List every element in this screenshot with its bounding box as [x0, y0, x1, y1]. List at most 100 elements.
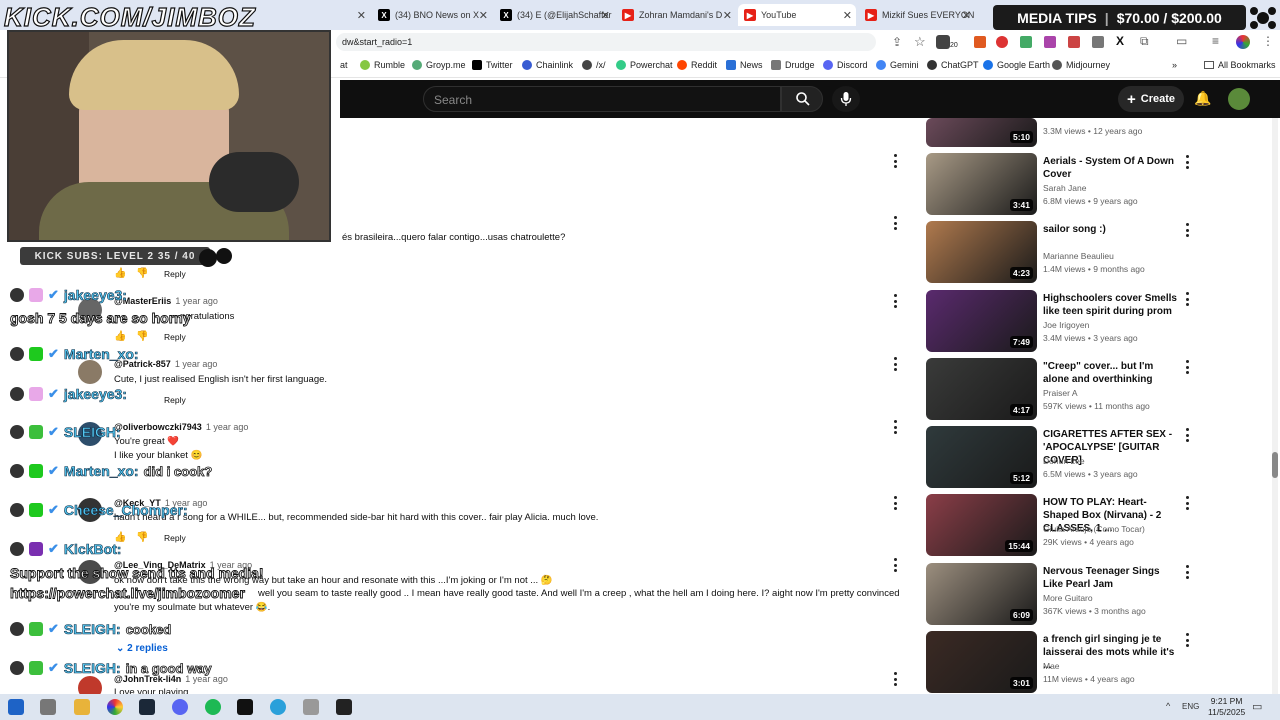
video-thumbnail[interactable]: 3:01 — [926, 631, 1037, 693]
tray-chevron-icon[interactable]: ^ — [1166, 701, 1170, 711]
all-bookmarks[interactable]: All Bookmarks — [1204, 60, 1276, 70]
shield-icon[interactable] — [996, 36, 1008, 48]
video-title[interactable]: Nervous Teenager Sings Like Pearl Jam — [1043, 565, 1181, 591]
thumb-up-icon[interactable]: 👍 — [114, 268, 126, 279]
bookmark-item[interactable]: Reddit — [677, 60, 717, 70]
language-indicator[interactable]: ENG — [1182, 702, 1199, 711]
video-channel[interactable]: Joe Irigoyen — [1043, 320, 1089, 330]
x-logo-icon[interactable]: X — [1116, 34, 1124, 48]
close-icon[interactable]: ✕ — [357, 9, 366, 22]
video-menu-icon[interactable] — [1186, 292, 1190, 306]
extension-icon[interactable] — [1092, 36, 1104, 48]
puzzle-icon[interactable]: ⧉ — [1140, 34, 1149, 49]
video-thumbnail[interactable]: 4:17 — [926, 358, 1037, 420]
video-menu-icon[interactable] — [1186, 223, 1190, 237]
comment-menu-icon[interactable] — [894, 357, 898, 371]
reply-button[interactable]: Reply — [164, 332, 186, 342]
tab-0[interactable]: X (34) BNO News on X ✕ — [372, 4, 492, 26]
app-icon[interactable] — [336, 699, 352, 715]
file-explorer-icon[interactable] — [74, 699, 90, 715]
video-channel[interactable]: Sarah Jane — [1043, 183, 1086, 193]
discord-icon[interactable] — [172, 699, 188, 715]
comment-menu-icon[interactable] — [894, 558, 898, 572]
create-button[interactable]: + Create — [1118, 86, 1184, 112]
url-field[interactable]: dw&start_radio=1 — [336, 33, 876, 51]
app-icon[interactable] — [303, 699, 319, 715]
video-thumbnail[interactable]: 3:41 — [926, 153, 1037, 215]
windows-start-icon[interactable] — [8, 699, 24, 715]
video-menu-icon[interactable] — [1186, 428, 1190, 442]
notifications-bell-icon[interactable]: 🔔 — [1194, 90, 1211, 107]
tab-2[interactable]: ▶ Zohran Mamdani's D ✕ — [616, 4, 736, 26]
search-button[interactable] — [781, 86, 823, 112]
sidepanel-icon[interactable]: ▭ — [1176, 34, 1187, 48]
tab-3-active[interactable]: ▶ YouTube ✕ — [738, 4, 856, 26]
video-thumbnail[interactable]: 7:49 — [926, 290, 1037, 352]
comment-menu-icon[interactable] — [894, 672, 898, 686]
close-icon[interactable]: ✕ — [479, 9, 488, 22]
profile-avatar[interactable] — [1236, 35, 1250, 49]
video-channel[interactable]: Dohun Lee — [1043, 456, 1085, 466]
thumb-up-icon[interactable]: 👍 — [114, 331, 126, 342]
bookmark-item[interactable]: Groyp.me — [412, 60, 466, 70]
tab-partial[interactable]: ✕ — [340, 4, 370, 26]
bookmark-item[interactable]: Powerchat — [616, 60, 673, 70]
bookmark-item[interactable]: Rumble — [360, 60, 405, 70]
close-icon[interactable]: ✕ — [962, 9, 971, 22]
telegram-icon[interactable] — [270, 699, 286, 715]
reply-button[interactable]: Reply — [164, 269, 186, 279]
bookmark-item[interactable]: Midjourney — [1052, 60, 1110, 70]
video-title[interactable]: Aerials - System Of A Down Cover — [1043, 155, 1181, 181]
extension-icon[interactable] — [1020, 36, 1032, 48]
reply-button[interactable]: Reply — [164, 533, 186, 543]
video-thumbnail[interactable]: 5:12 — [926, 426, 1037, 488]
video-channel[interactable]: Praiser A — [1043, 388, 1078, 398]
video-channel[interactable]: Giulia Araujo (Como Tocar) — [1043, 524, 1145, 534]
video-channel[interactable]: Marianne Beaulieu — [1043, 251, 1114, 261]
video-channel[interactable]: Mae — [1043, 661, 1060, 671]
video-menu-icon[interactable] — [1186, 155, 1190, 169]
bookmark-item[interactable]: Twitter — [472, 60, 513, 70]
bookmark-item[interactable]: /x/ — [582, 60, 606, 70]
scrollbar-track[interactable] — [1272, 118, 1278, 694]
bookmark-item[interactable]: Drudge — [771, 60, 815, 70]
notification-center-icon[interactable]: ▭ — [1252, 700, 1262, 713]
install-app-icon[interactable]: ⇪ — [892, 35, 902, 49]
bookmark-item[interactable]: Chainlink — [522, 60, 573, 70]
comment-menu-icon[interactable] — [894, 216, 898, 230]
avatar[interactable] — [78, 360, 102, 384]
video-menu-icon[interactable] — [1186, 565, 1190, 579]
tab-1[interactable]: X (34) E (@ElijahSchaffer ✕ — [494, 4, 614, 26]
more-vert-icon[interactable]: ⋮ — [1262, 34, 1274, 48]
thumb-down-icon[interactable]: 👎 — [136, 331, 148, 342]
video-title[interactable]: sailor song :) — [1043, 223, 1181, 236]
comment-menu-icon[interactable] — [894, 294, 898, 308]
show-replies-button[interactable]: ⌄ 2 replies — [116, 643, 168, 654]
close-icon[interactable]: ✕ — [843, 9, 852, 22]
comment-menu-icon[interactable] — [894, 154, 898, 168]
tab-4[interactable]: ▶ Mizkif Sues EVERYON ✕ — [859, 4, 975, 26]
close-icon[interactable]: ✕ — [723, 9, 732, 22]
bookmark-item[interactable]: ChatGPT — [927, 60, 979, 70]
close-icon[interactable]: ✕ — [601, 9, 610, 22]
video-thumbnail[interactable]: 4:23 — [926, 221, 1037, 283]
menu-icon[interactable]: ≡ — [1212, 34, 1219, 48]
bookmark-star-icon[interactable]: ☆ — [914, 34, 926, 50]
chrome-icon[interactable] — [107, 699, 123, 715]
bookmark-item[interactable]: Google Earth — [983, 60, 1050, 70]
bookmark-item[interactable]: Gemini — [876, 60, 919, 70]
obs-icon[interactable] — [237, 699, 253, 715]
video-title[interactable]: "Creep" cover... but I'm alone and overt… — [1043, 360, 1181, 386]
bookmark-item[interactable]: Discord — [823, 60, 868, 70]
video-channel[interactable]: More Guitaro — [1043, 593, 1093, 603]
reply-button[interactable]: Reply — [164, 395, 186, 405]
voice-search-button[interactable] — [832, 86, 860, 112]
scrollbar-thumb[interactable] — [1272, 452, 1278, 478]
video-title[interactable]: Highschoolers cover Smells like teen spi… — [1043, 292, 1181, 318]
video-menu-icon[interactable] — [1186, 496, 1190, 510]
task-view-icon[interactable] — [40, 699, 56, 715]
video-menu-icon[interactable] — [1186, 633, 1190, 647]
bookmarks-overflow-icon[interactable]: » — [1172, 60, 1177, 70]
extension-icon[interactable] — [1068, 36, 1080, 48]
video-thumbnail[interactable]: 6:09 — [926, 563, 1037, 625]
